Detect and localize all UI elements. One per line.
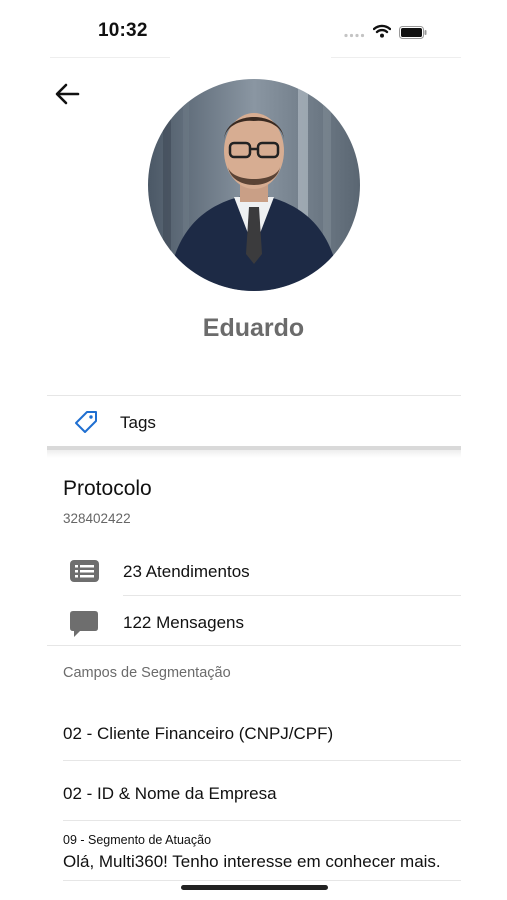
messages-label: 122 Mensagens <box>123 613 244 632</box>
home-indicator[interactable] <box>181 885 328 890</box>
segmentation-title: Campos de Segmentação <box>63 665 231 681</box>
divider <box>63 880 461 881</box>
back-arrow-icon[interactable] <box>52 79 82 109</box>
status-separator <box>331 57 461 58</box>
divider <box>123 595 461 596</box>
attendances-row[interactable]: 23 Atendimentos <box>47 547 461 595</box>
avatar <box>148 79 360 291</box>
divider <box>47 645 461 646</box>
list-icon <box>70 560 99 582</box>
battery-icon <box>399 26 427 39</box>
divider <box>63 820 461 821</box>
attendances-label: 23 Atendimentos <box>123 562 250 581</box>
messages-row[interactable]: 122 Mensagens <box>47 598 461 646</box>
segmentation-field[interactable]: 02 - ID & Nome da Empresa <box>63 784 277 804</box>
protocol-number: 328402422 <box>63 511 131 526</box>
tags-row[interactable]: Tags <box>47 396 461 448</box>
status-separator <box>50 57 170 58</box>
status-bar: 10:32 <box>0 0 507 60</box>
segmentation-field-value[interactable]: Olá, Multi360! Tenho interesse em conhec… <box>63 852 441 872</box>
chat-bubble-icon <box>70 611 98 637</box>
segmentation-field[interactable]: 02 - Cliente Financeiro (CNPJ/CPF) <box>63 724 333 744</box>
profile-name: Eduardo <box>202 314 305 342</box>
tags-label: Tags <box>120 413 156 432</box>
divider <box>63 760 461 761</box>
signal-icon <box>344 33 365 38</box>
section-divider-shadow <box>47 450 461 458</box>
tag-icon <box>75 411 97 433</box>
protocol-title: Protocolo <box>63 477 152 500</box>
segmentation-field-label: 09 - Segmento de Atuação <box>63 833 212 847</box>
status-time: 10:32 <box>98 20 148 41</box>
wifi-icon <box>373 24 391 38</box>
